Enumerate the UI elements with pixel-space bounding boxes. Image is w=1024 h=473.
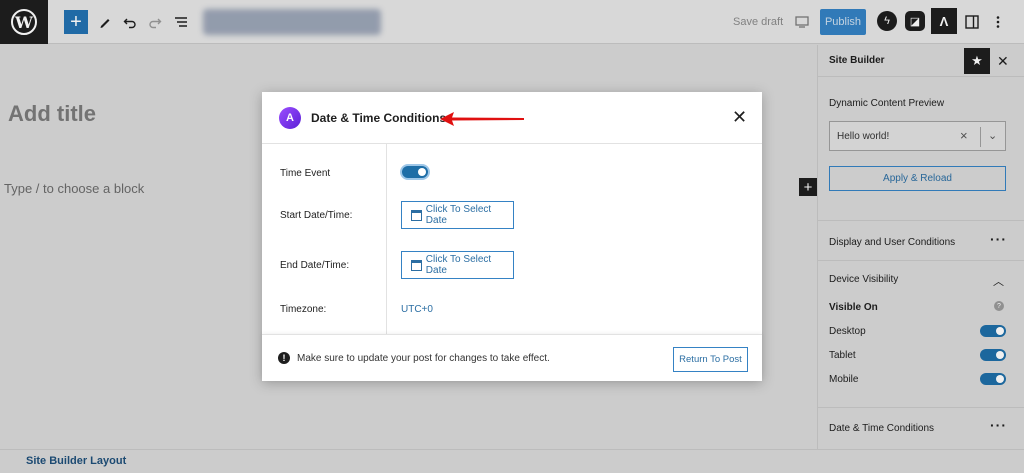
modal-footer: ! Make sure to update your post for chan… [262,334,762,381]
calendar-icon [411,209,422,221]
timezone-label: Timezone: [280,304,327,315]
annotation-arrow-icon [440,112,524,126]
start-datetime-label: Start Date/Time: [280,210,353,221]
end-date-button[interactable]: Click To Select Date [401,251,514,279]
info-icon: ! [278,352,290,364]
end-date-button-label: Click To Select Date [425,254,492,276]
start-date-button-label: Click To Select Date [425,204,492,226]
time-event-toggle[interactable] [400,164,430,180]
timezone-value[interactable]: UTC+0 [401,304,433,315]
modal-title: Date & Time Conditions [311,111,447,125]
footer-note: Make sure to update your post for change… [297,353,550,364]
date-time-conditions-modal: A Date & Time Conditions ✕ Time Event St… [262,92,762,381]
end-datetime-label: End Date/Time: [280,260,350,271]
astra-logo-icon: A [279,107,301,129]
modal-header: A Date & Time Conditions ✕ [262,92,762,144]
close-icon[interactable]: ✕ [732,107,747,128]
calendar-icon [411,259,422,271]
return-to-post-button[interactable]: Return To Post [673,347,748,372]
column-divider [386,144,387,334]
start-date-button[interactable]: Click To Select Date [401,201,514,229]
time-event-label: Time Event [280,168,331,179]
modal-body: Time Event Start Date/Time: Click To Sel… [262,144,762,334]
